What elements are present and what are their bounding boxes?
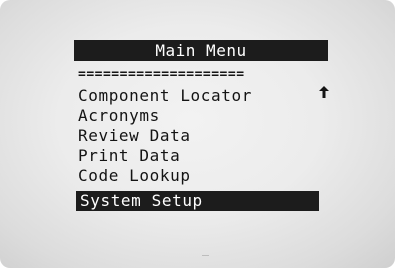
menu-divider: ==================== xyxy=(78,67,245,82)
selected-item-label: System Setup xyxy=(80,191,203,210)
menu-item-component-locator[interactable]: Component Locator xyxy=(78,87,252,105)
menu-item-code-lookup[interactable]: Code Lookup xyxy=(78,167,191,185)
lcd-screen: Main Menu ==================== Component… xyxy=(0,0,395,268)
screen-bottom-mark xyxy=(202,255,209,256)
menu-item-system-setup-selected[interactable]: System Setup xyxy=(76,191,319,211)
menu-item-review-data[interactable]: Review Data xyxy=(78,127,191,145)
up-arrow-icon xyxy=(319,86,329,98)
menu-title-bar: Main Menu xyxy=(74,40,328,61)
menu-item-acronyms[interactable]: Acronyms xyxy=(78,107,160,125)
menu-title: Main Menu xyxy=(155,41,247,60)
menu-item-print-data[interactable]: Print Data xyxy=(78,147,180,165)
